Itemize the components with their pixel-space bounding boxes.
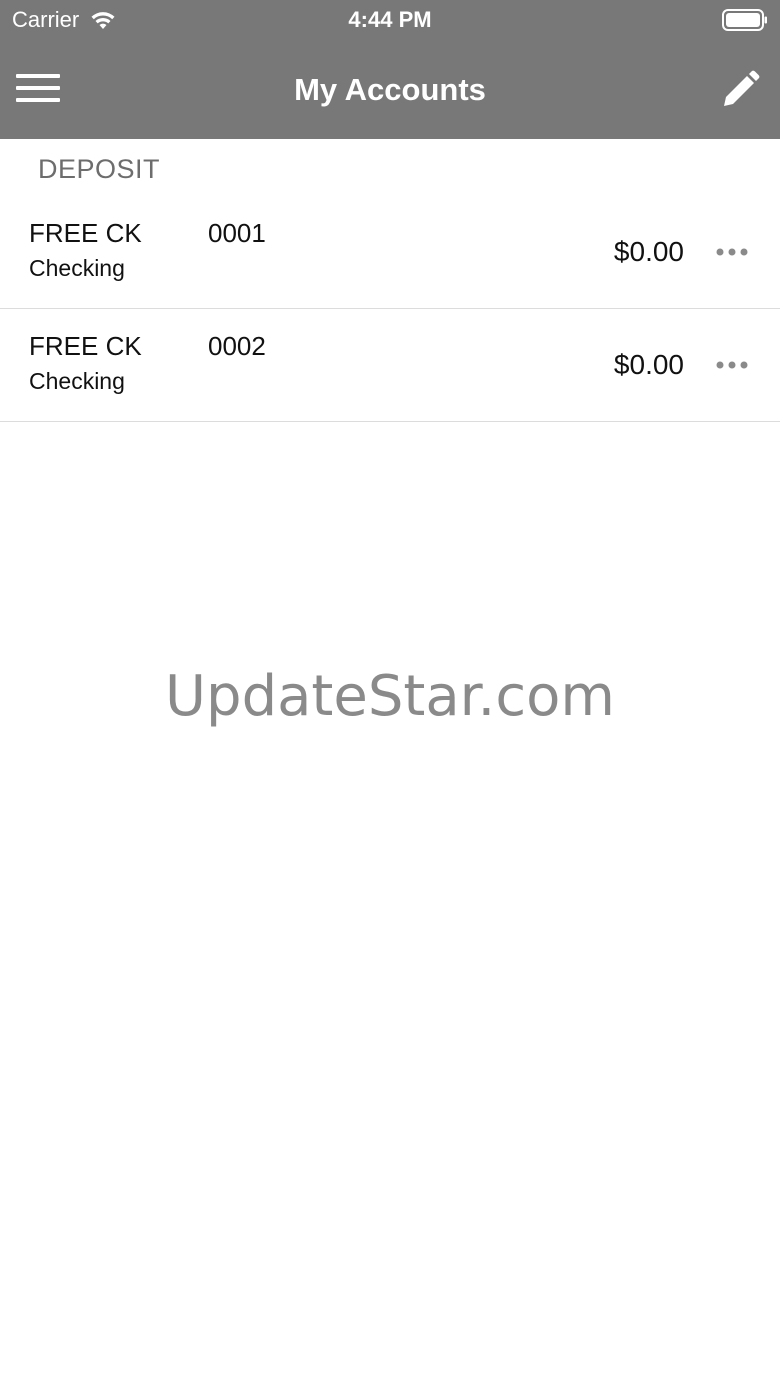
pencil-icon[interactable] [720,70,760,110]
more-dots-icon[interactable] [714,355,750,375]
account-number: 0002 [208,331,266,361]
status-bar: Carrier 4:44 PM [0,0,780,40]
account-type: Checking [29,368,125,394]
status-time: 4:44 PM [348,7,432,32]
my-accounts-screen: Carrier 4:44 PM My Accounts DEPOSIT FREE… [0,0,780,1387]
account-row[interactable]: FREE CK 0001 Checking $0.00 [0,196,780,309]
navigation-bar: My Accounts [0,40,780,139]
page-title: My Accounts [294,72,486,107]
account-name: FREE CK [29,218,142,248]
battery-icon [722,9,768,31]
more-dots-icon[interactable] [714,242,750,262]
hamburger-menu-icon[interactable] [14,70,62,106]
account-type: Checking [29,255,125,281]
watermark: UpdateStar.com [165,664,615,729]
app-header: Carrier 4:44 PM My Accounts [0,0,780,139]
account-row[interactable]: FREE CK 0002 Checking $0.00 [0,309,780,422]
account-balance: $0.00 [613,349,684,380]
account-number: 0001 [208,218,266,248]
account-name: FREE CK [29,331,142,361]
account-balance: $0.00 [613,236,684,267]
section-header-deposit: DEPOSIT [38,154,161,184]
